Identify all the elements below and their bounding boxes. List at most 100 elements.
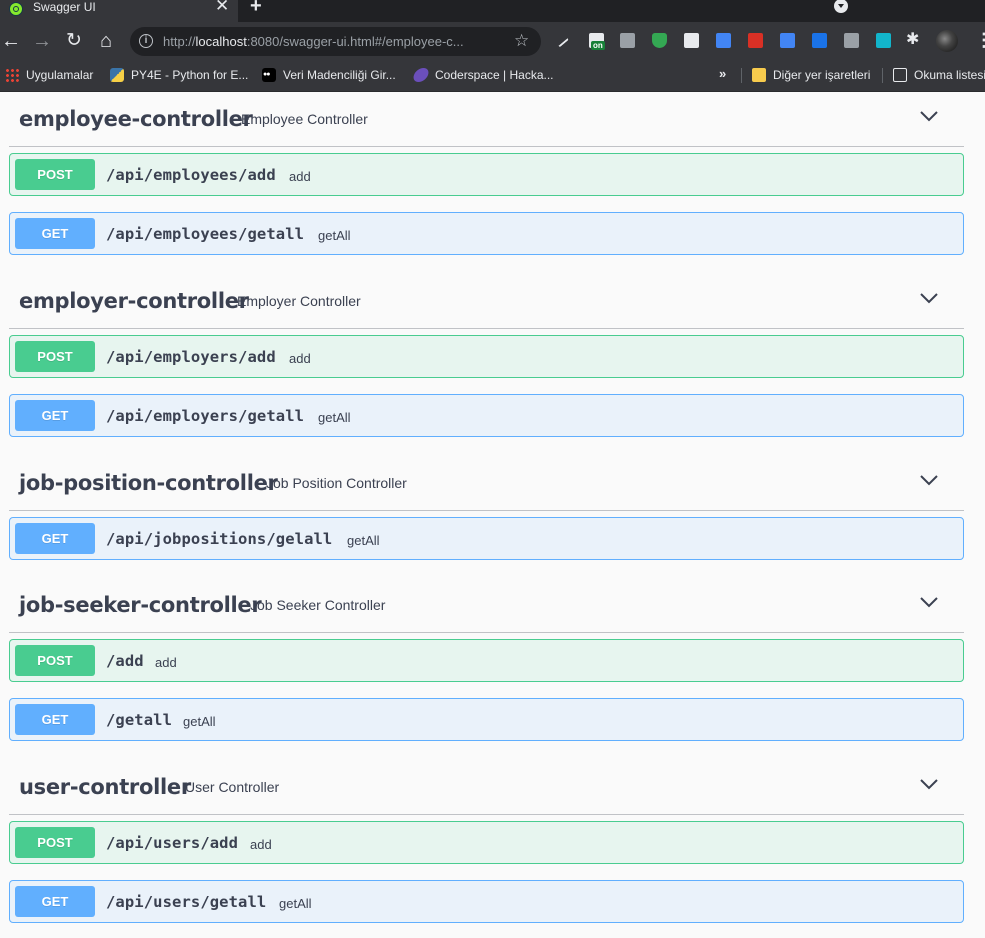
section-description: Job Position Controller xyxy=(266,475,407,491)
operation-path: /api/users/add xyxy=(106,834,239,852)
operation-path: /api/employers/getall xyxy=(106,407,305,425)
new-tab-button[interactable]: + xyxy=(250,0,262,16)
method-badge: GET xyxy=(15,400,95,431)
bookmarks-bar: Uygulamalar PY4E - Python for E... Veri … xyxy=(0,60,985,92)
folder-icon xyxy=(752,68,766,82)
pen-extension-icon[interactable] xyxy=(557,36,569,48)
close-tab-icon[interactable]: ✕ xyxy=(215,0,229,15)
reload-icon[interactable]: ↻ xyxy=(63,30,85,52)
bookmarks-overflow-chevron-icon[interactable]: » xyxy=(719,66,726,82)
bookmark-other-folder[interactable]: Diğer yer işaretleri xyxy=(752,67,870,83)
bookmark-reading-list[interactable]: Okuma listesi xyxy=(893,67,985,83)
window-extension-icon[interactable] xyxy=(812,33,827,48)
operation-path: /api/users/getall xyxy=(106,893,267,911)
operation-summary: getAll xyxy=(183,714,216,729)
python-icon xyxy=(110,68,124,82)
bookmark-star-icon[interactable]: ☆ xyxy=(514,31,529,51)
method-badge: POST xyxy=(15,341,95,372)
operation-path: /api/jobpositions/gelall xyxy=(106,530,333,548)
section-header[interactable]: employer-controller Employer Controller xyxy=(9,274,964,329)
apps-grid-icon xyxy=(5,68,19,82)
operation-summary: add xyxy=(289,351,311,366)
extensions-puzzle-icon[interactable]: ✱ xyxy=(906,31,919,49)
method-badge: POST xyxy=(15,159,95,190)
browser-menu-icon[interactable]: ⋮ xyxy=(975,29,985,51)
bookmark-apps[interactable]: Uygulamalar xyxy=(5,67,93,83)
operation-post[interactable]: POST /api/users/add add xyxy=(9,821,964,864)
site-info-icon[interactable]: i xyxy=(139,34,153,48)
operation-path: /add xyxy=(106,652,144,670)
operation-get[interactable]: GET /api/employers/getall getAll xyxy=(9,394,964,437)
blue-extension-icon[interactable] xyxy=(716,33,731,48)
operation-get[interactable]: GET /getall getAll xyxy=(9,698,964,741)
operation-summary: getAll xyxy=(279,896,312,911)
tab-search-icon[interactable] xyxy=(834,0,848,13)
section-user-controller: user-controller User Controller POST /ap… xyxy=(9,760,964,923)
operation-summary: getAll xyxy=(318,410,351,425)
section-employee-controller: employee-controller Employee Controller … xyxy=(9,92,964,255)
method-badge: POST xyxy=(15,645,95,676)
chevron-down-icon[interactable] xyxy=(919,472,939,488)
section-header[interactable]: employee-controller Employee Controller xyxy=(9,92,964,147)
grey-square-extension-icon[interactable] xyxy=(844,33,859,48)
section-description: Employee Controller xyxy=(241,111,368,127)
operation-get[interactable]: GET /api/employees/getall getAll xyxy=(9,212,964,255)
operation-post[interactable]: POST /api/employers/add add xyxy=(9,335,964,378)
operation-post[interactable]: POST /add add xyxy=(9,639,964,682)
shield-extension-icon[interactable] xyxy=(652,33,667,48)
bookmark-coderspace[interactable]: Coderspace | Hacka... xyxy=(411,67,554,83)
pdf-extension-icon[interactable] xyxy=(748,33,763,48)
section-header[interactable]: user-controller User Controller xyxy=(9,760,964,815)
section-title[interactable]: job-seeker-controller xyxy=(19,590,262,620)
address-bar[interactable]: i http://localhost:8080/swagger-ui.html#… xyxy=(130,27,541,56)
medium-icon xyxy=(262,68,276,82)
back-arrow-icon[interactable]: ← xyxy=(0,30,22,52)
tab-title: Swagger UI xyxy=(33,0,96,14)
teal-extension-icon[interactable] xyxy=(876,33,891,48)
tab-strip: Swagger UI ✕ + xyxy=(0,0,985,22)
section-title[interactable]: user-controller xyxy=(19,772,191,802)
reader-extension-icon[interactable] xyxy=(684,33,699,48)
operation-path: /api/employees/getall xyxy=(106,225,305,243)
section-employer-controller: employer-controller Employer Controller … xyxy=(9,274,964,437)
translate-extension-icon[interactable] xyxy=(780,33,795,48)
method-badge: GET xyxy=(15,523,95,554)
coderspace-icon xyxy=(411,68,431,82)
profile-avatar[interactable] xyxy=(936,30,958,52)
section-job-position-controller: job-position-controller Job Position Con… xyxy=(9,456,964,560)
section-header[interactable]: job-position-controller Job Position Con… xyxy=(9,456,964,511)
method-badge: GET xyxy=(15,886,95,917)
extension-badge: on xyxy=(591,41,605,50)
home-icon[interactable]: ⌂ xyxy=(95,30,117,52)
url-text[interactable]: http://localhost:8080/swagger-ui.html#/e… xyxy=(163,34,464,49)
chevron-down-icon[interactable] xyxy=(919,776,939,792)
section-header[interactable]: job-seeker-controller Job Seeker Control… xyxy=(9,578,964,633)
section-title[interactable]: employee-controller xyxy=(19,104,253,134)
operation-path: /getall xyxy=(106,711,173,729)
operation-summary: getAll xyxy=(318,228,351,243)
section-description: Employer Controller xyxy=(237,293,361,309)
bookmark-py4e[interactable]: PY4E - Python for E... xyxy=(110,67,248,83)
browser-tab[interactable]: Swagger UI ✕ xyxy=(0,0,238,22)
operation-get[interactable]: GET /api/jobpositions/gelall getAll xyxy=(9,517,964,560)
bookmark-veri-madenciligi[interactable]: Veri Madenciliği Gir... xyxy=(262,67,396,83)
reading-list-icon xyxy=(893,68,907,82)
chevron-down-icon[interactable] xyxy=(919,108,939,124)
swagger-favicon-icon xyxy=(9,2,23,16)
section-description: Job Seeker Controller xyxy=(250,597,386,613)
bookmarks-divider xyxy=(882,68,883,83)
chevron-down-icon[interactable] xyxy=(919,594,939,610)
grey-extension-icon[interactable] xyxy=(620,33,635,48)
section-description: User Controller xyxy=(185,779,280,795)
method-badge: GET xyxy=(15,218,95,249)
chevron-down-icon[interactable] xyxy=(919,290,939,306)
operation-path: /api/employees/add xyxy=(106,166,276,184)
section-title[interactable]: employer-controller xyxy=(19,286,249,316)
operation-get[interactable]: GET /api/users/getall getAll xyxy=(9,880,964,923)
forward-arrow-icon[interactable]: → xyxy=(31,30,53,52)
browser-toolbar: ← → ↻ ⌂ i http://localhost:8080/swagger-… xyxy=(0,22,985,60)
method-badge: GET xyxy=(15,704,95,735)
operation-summary: add xyxy=(250,837,272,852)
operation-post[interactable]: POST /api/employees/add add xyxy=(9,153,964,196)
section-title[interactable]: job-position-controller xyxy=(19,468,278,498)
